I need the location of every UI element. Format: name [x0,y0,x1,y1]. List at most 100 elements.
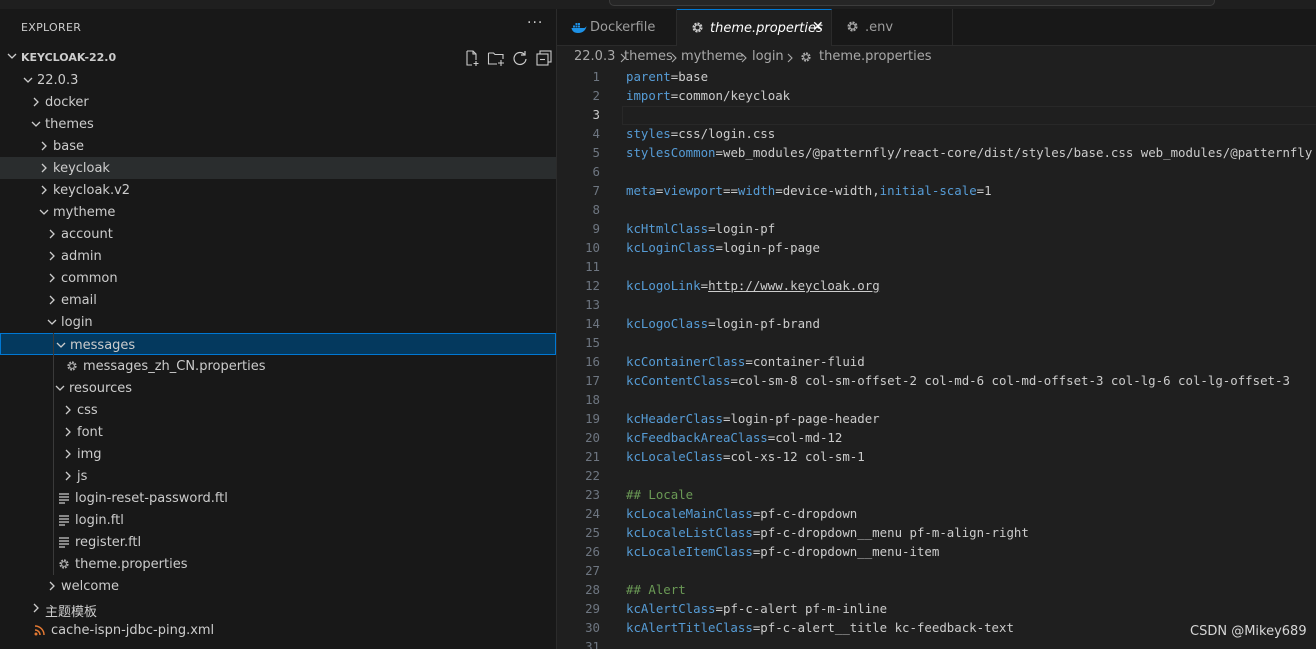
tree-folder[interactable]: css [0,399,556,421]
code-line[interactable]: 15 [557,334,1316,353]
more-actions-icon[interactable]: ··· [527,15,543,31]
tree-file[interactable]: login-reset-password.ftl [0,487,556,509]
code-line[interactable]: 27 [557,562,1316,581]
tree-folder[interactable]: font [0,421,556,443]
code-line[interactable]: 7 meta=viewport==width=device-width,initi… [557,182,1316,201]
code-line[interactable]: 10 kcLoginClass=login-pf-page [557,239,1316,258]
code-line[interactable]: 31 [557,638,1316,649]
line-text: kcAlertClass=pf-c-alert pf-m-inline [626,601,887,616]
property-value: =login-pf [708,221,776,236]
tree-folder[interactable]: messages [0,333,556,355]
line-number: 18 [585,392,600,407]
new-file-icon[interactable] [463,49,481,67]
line-number: 22 [585,468,600,483]
tree-folder[interactable]: keycloak [0,157,556,179]
code-line[interactable]: 25 kcLocaleListClass=pf-c-dropdown__menu … [557,524,1316,543]
line-number: 2 [592,88,600,103]
code-line[interactable]: 19 kcHeaderClass=login-pf-page-header [557,410,1316,429]
refresh-icon[interactable] [511,49,529,67]
workspace-header[interactable]: KEYCLOAK-22.0 [0,47,556,69]
property-value: =pf-c-dropdown__menu-item [752,544,940,559]
code-line[interactable]: 26 kcLocaleItemClass=pf-c-dropdown__menu-… [557,543,1316,562]
code-editor[interactable]: 1 parent=base 2 import=common/keycloak 3 4 sty… [557,68,1316,649]
breadcrumb-item[interactable]: 22.0.3 [574,49,615,64]
code-line[interactable]: 4 styles=css/login.css [557,125,1316,144]
code-line[interactable]: 23 ## Locale [557,486,1316,505]
tree-file[interactable]: register.ftl [0,531,556,553]
property-key: initial-scale [879,183,977,198]
line-text: ## Locale [626,487,693,502]
tree-folder[interactable]: login [0,311,556,333]
tree-folder[interactable]: img [0,443,556,465]
tree-file[interactable]: login.ftl [0,509,556,531]
tree-folder[interactable]: js [0,465,556,487]
line-number: 28 [585,582,600,597]
tree-folder[interactable]: 主题模板 [0,597,556,620]
breadcrumb-item[interactable]: login [752,49,784,64]
code-line[interactable]: 6 [557,163,1316,182]
explorer-title: EXPLORER [21,21,82,34]
tab-theme-properties[interactable]: theme.properties ✕ [677,9,832,47]
code-line[interactable]: 12 kcLogoLink=http://www.keycloak.org [557,277,1316,296]
collapse-all-icon[interactable] [535,49,553,67]
chevron-right-icon [65,427,71,437]
chevron-right-icon [41,185,47,195]
tree-file[interactable]: messages_zh_CN.properties [0,355,556,377]
code-line[interactable]: 22 [557,467,1316,486]
tree-file[interactable]: theme.properties [0,553,556,575]
breadcrumb-item[interactable]: mytheme [681,49,743,64]
command-center-search[interactable] [609,0,1215,6]
code-line[interactable]: 28 ## Alert [557,581,1316,600]
property-value: =css/login.css [670,126,776,141]
tree-folder[interactable]: admin [0,245,556,267]
tree-folder[interactable]: account [0,223,556,245]
tree-folder[interactable]: mytheme [0,201,556,223]
code-line[interactable]: 16 kcContainerClass=container-fluid [557,353,1316,372]
tree-item-label: docker [45,95,89,110]
url-link[interactable]: http://www.keycloak.org [708,278,880,293]
code-line[interactable]: 8 [557,201,1316,220]
code-line[interactable]: 3 [557,106,1316,125]
line-text: kcLocaleClass=col-xs-12 col-sm-1 [626,449,865,464]
tree-folder[interactable]: common [0,267,556,289]
line-number: 25 [585,525,600,540]
code-line[interactable]: 24 kcLocaleMainClass=pf-c-dropdown [557,505,1316,524]
tree-folder[interactable]: keycloak.v2 [0,179,556,201]
new-folder-icon[interactable] [487,49,505,67]
code-line[interactable]: 17 kcContentClass=col-sm-8 col-sm-offset-… [557,372,1316,391]
breadcrumb-item[interactable]: theme.properties [819,49,931,64]
tree-folder[interactable]: welcome [0,575,556,597]
code-line[interactable]: 21 kcLocaleClass=col-xs-12 col-sm-1 [557,448,1316,467]
code-line[interactable]: 29 kcAlertClass=pf-c-alert pf-m-inline [557,600,1316,619]
tree-folder[interactable]: themes [0,113,556,135]
code-line[interactable]: 1 parent=base [557,68,1316,87]
code-line[interactable]: 9 kcHtmlClass=login-pf [557,220,1316,239]
code-line[interactable]: 2 import=common/keycloak [557,87,1316,106]
line-text: kcLogoClass=login-pf-brand [626,316,820,331]
tree-folder[interactable]: resources [0,377,556,399]
tree-folder[interactable]: docker [0,91,556,113]
property-key: kcContainerClass [626,354,746,369]
line-text: kcLogoLink=http://www.keycloak.org [626,278,880,293]
code-line[interactable]: 11 [557,258,1316,277]
tab-dockerfile[interactable]: Dockerfile [557,9,677,46]
chevron-right-icon [33,603,39,613]
code-line[interactable]: 20 kcFeedbackAreaClass=col-md-12 [557,429,1316,448]
watermark: CSDN @Mikey689 [1190,624,1307,639]
tree-file[interactable]: cache-ispn-jdbc-ping.xml [0,619,556,641]
tree-folder[interactable]: base [0,135,556,157]
tree-item-label: font [77,425,103,440]
tree-folder[interactable]: email [0,289,556,311]
tree-folder[interactable]: 22.0.3 [0,69,556,91]
property-key: kcContentClass [626,373,731,388]
breadcrumb-item[interactable]: themes [624,49,673,64]
line-number: 20 [585,430,600,445]
close-icon[interactable]: ✕ [812,19,824,35]
code-line[interactable]: 13 [557,296,1316,315]
tree-item-label: login [61,315,93,330]
tab-env[interactable]: .env [832,9,953,46]
code-line[interactable]: 14 kcLogoClass=login-pf-brand [557,315,1316,334]
code-line[interactable]: 18 [557,391,1316,410]
property-key: import [626,88,671,103]
code-line[interactable]: 5 stylesCommon=web_modules/@patternfly/re… [557,144,1316,163]
